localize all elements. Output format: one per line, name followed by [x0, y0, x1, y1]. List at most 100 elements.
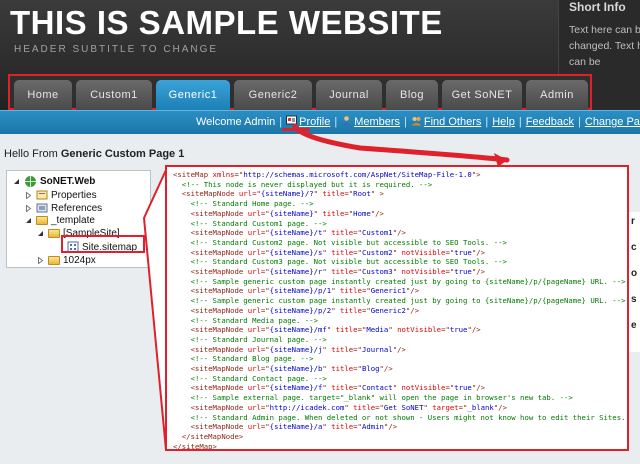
- code-line: <!-- Sample generic custom page instantl…: [173, 277, 626, 286]
- tree-label: _template: [51, 215, 95, 226]
- code-token: title: [322, 189, 345, 199]
- code-token: title: [322, 208, 345, 218]
- code-token: <!-- Standard Media page. -->: [173, 315, 318, 325]
- collapse-icon: [26, 218, 31, 223]
- code-token: "/>: [471, 247, 486, 257]
- code-line: </siteMapNode>: [173, 431, 244, 441]
- tab-home[interactable]: Home: [14, 80, 72, 110]
- code-token: =": [252, 189, 261, 199]
- code-line: </siteMap>: [173, 442, 217, 449]
- code-line: <siteMapNode url="{siteName}/b" title="B…: [173, 364, 393, 373]
- find-others-link[interactable]: Find Others: [424, 116, 481, 128]
- code-token: ": [322, 383, 332, 393]
- code-token: title: [339, 305, 362, 315]
- code-token: ">: [471, 170, 481, 179]
- user-links: Welcome Admin | Profile | Members | Find Other…: [196, 115, 640, 128]
- code-line: <siteMapNode url="{siteName}/r" title="C…: [173, 267, 485, 276]
- change-password-link[interactable]: Change Passw: [585, 116, 640, 128]
- tree-item-template[interactable]: _template: [25, 215, 95, 226]
- help-link[interactable]: Help: [492, 116, 515, 128]
- code-token: url: [247, 305, 261, 315]
- tree-label: Properties: [51, 189, 97, 201]
- code-line: <!-- Standard Media page. -->: [173, 316, 318, 325]
- code-token: ": [322, 228, 332, 238]
- code-token: =": [353, 422, 362, 432]
- code-token: "/>: [467, 325, 481, 335]
- code-token: <siteMapNode: [173, 383, 248, 393]
- code-token: true: [454, 383, 472, 393]
- collapse-icon: [38, 231, 43, 236]
- code-token: =": [353, 383, 362, 393]
- tab-get-sonet[interactable]: Get SoNET: [442, 80, 522, 110]
- tab-generic2[interactable]: Generic2: [234, 80, 312, 110]
- code-token: {siteName}/t: [269, 228, 323, 238]
- code-line: <siteMapNode url="{siteName}/s" title="C…: [173, 248, 485, 257]
- members-link[interactable]: Members: [354, 116, 400, 128]
- tab-generic1[interactable]: Generic1: [156, 80, 230, 110]
- code-token: =": [353, 228, 362, 238]
- code-token: url: [247, 286, 261, 296]
- tree-item-sonet-web[interactable]: SoNET.Web: [13, 175, 95, 188]
- code-token: =": [260, 364, 270, 373]
- code-token: true: [449, 325, 468, 335]
- code-token: =": [260, 325, 270, 335]
- code-token: =": [445, 383, 455, 393]
- code-token: {siteName}/f: [269, 383, 323, 393]
- code-token: {siteName}/a: [269, 422, 323, 432]
- code-token: "/>: [379, 364, 393, 373]
- tab-admin[interactable]: Admin: [526, 80, 588, 110]
- code-line: <siteMapNode url="{siteName}/?" title="R…: [173, 189, 384, 198]
- code-token: "/>: [370, 208, 384, 218]
- code-token: ": [322, 344, 332, 354]
- tab-journal[interactable]: Journal: [316, 80, 382, 110]
- code-token: "/>: [493, 402, 507, 412]
- code-token: <!-- Standard Custom3 page. Not visible …: [173, 257, 507, 267]
- code-token: Admin: [361, 422, 384, 432]
- code-token: {siteName}/p/2: [269, 305, 332, 315]
- tab-blog[interactable]: Blog: [386, 80, 438, 110]
- hello-page-name: Generic Custom Page 1: [60, 148, 185, 160]
- code-line: <!-- Sample generic custom page instantl…: [173, 296, 626, 305]
- code-token: url: [247, 267, 261, 276]
- code-line: <!-- Sample external page. target="_blan…: [173, 393, 573, 402]
- code-token: Generic2: [370, 305, 406, 315]
- code-token: Custom2: [361, 247, 393, 257]
- code-token: <siteMapNode: [173, 364, 248, 373]
- feedback-link[interactable]: Feedback: [526, 116, 574, 128]
- profile-link[interactable]: Profile: [299, 116, 330, 128]
- solution-tree: SoNET.Web Properties References _templat…: [6, 170, 151, 268]
- code-token: ": [344, 402, 354, 412]
- code-token: =": [353, 344, 362, 354]
- code-token: "/>: [392, 344, 406, 354]
- code-token: ": [331, 305, 340, 315]
- code-token: =": [234, 170, 244, 179]
- code-token: url: [247, 383, 261, 393]
- code-token: </siteMapNode>: [173, 431, 244, 441]
- code-token: <siteMapNode: [173, 325, 248, 335]
- code-token: =": [344, 189, 354, 199]
- tab-custom1[interactable]: Custom1: [76, 80, 152, 110]
- code-line: <!-- Standard Blog page. -->: [173, 354, 314, 363]
- code-token: <!-- Sample external page. target="_blan…: [173, 393, 573, 403]
- tree-item-references[interactable]: References: [25, 202, 102, 214]
- code-token: url: [247, 228, 261, 238]
- code-token: true: [454, 247, 472, 257]
- folder-icon: [36, 216, 48, 225]
- code-token: ": [322, 267, 332, 276]
- code-token: =": [260, 305, 270, 315]
- code-token: "/>: [471, 267, 486, 276]
- code-token: target: [432, 402, 459, 412]
- code-token: url: [247, 247, 261, 257]
- code-token: {siteName}/r: [269, 267, 323, 276]
- tree-item-properties[interactable]: Properties: [25, 189, 97, 201]
- tree-item-1024px[interactable]: 1024px: [37, 255, 96, 266]
- code-token: <siteMapNode: [173, 208, 248, 218]
- code-token: " >: [370, 189, 384, 199]
- code-token: url: [247, 344, 261, 354]
- sitemap-highlight: [61, 235, 145, 253]
- code-token: =": [260, 208, 270, 218]
- sitemap-code-view: <siteMap xmlns="http://schemas.microsoft…: [165, 165, 629, 451]
- code-token: =": [260, 402, 270, 412]
- hello-prefix: Hello From: [4, 148, 58, 160]
- code-token: ": [322, 422, 332, 432]
